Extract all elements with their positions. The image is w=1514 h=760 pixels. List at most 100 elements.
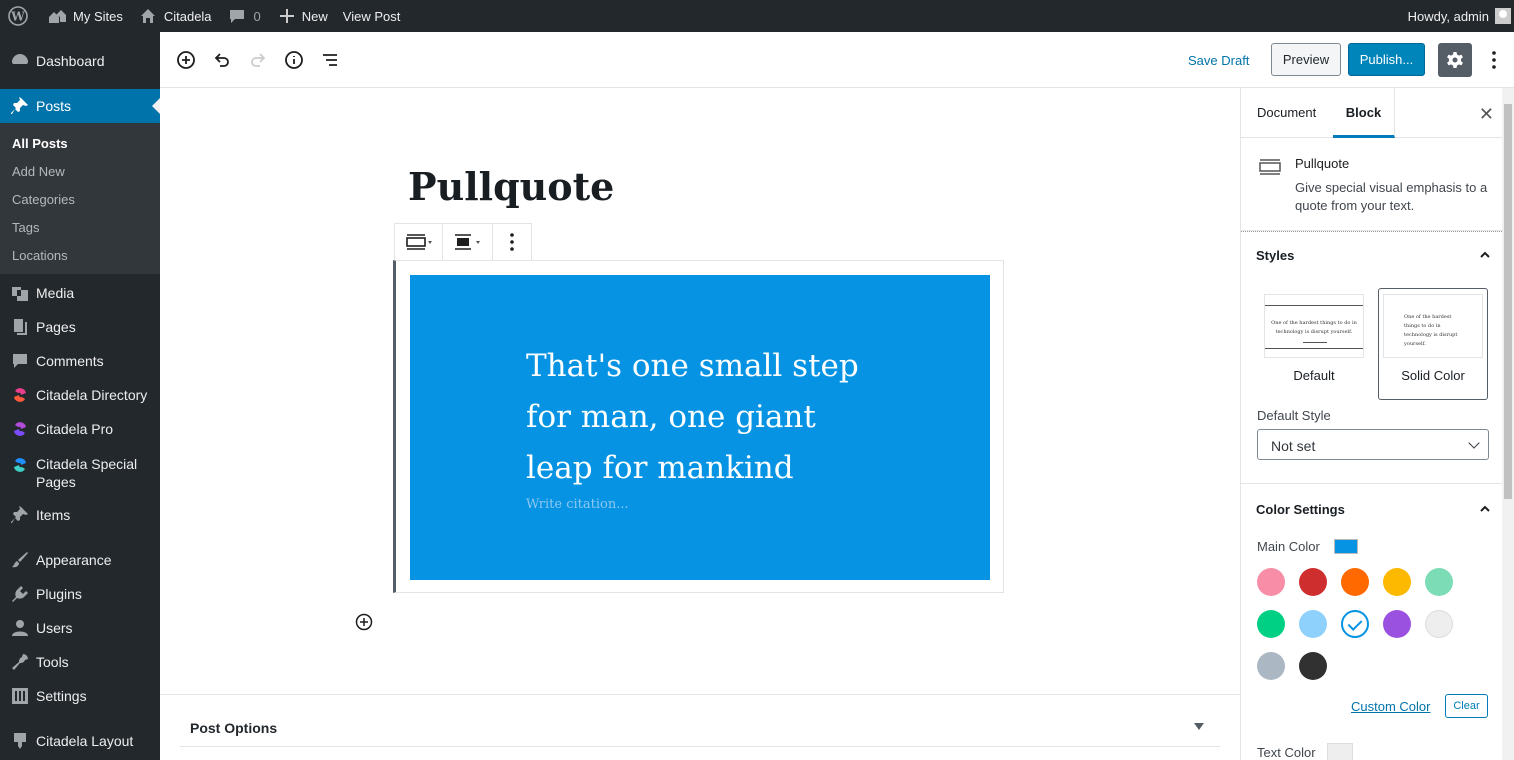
settings-sliders-icon [10, 686, 30, 706]
paintbrush-icon [10, 550, 30, 570]
inline-add-block-button[interactable] [355, 613, 373, 631]
redo-icon [251, 53, 266, 67]
dashboard-icon [10, 51, 30, 71]
color-swatch[interactable] [1299, 610, 1327, 638]
sidebar-subitem-all-posts[interactable]: All Posts [0, 130, 160, 158]
sidebar-item-pages[interactable]: Pages [0, 310, 160, 344]
account-menu[interactable]: Howdy, admin [1401, 0, 1514, 32]
color-swatch[interactable] [1299, 652, 1327, 680]
citation-input[interactable]: Write citation... [526, 497, 629, 512]
settings-toggle-button[interactable] [1438, 43, 1472, 77]
post-options-toggle[interactable]: Post Options [180, 695, 1220, 747]
chevron-up-icon[interactable] [1480, 250, 1490, 260]
undo-button[interactable] [208, 46, 236, 74]
pages-icon [10, 317, 30, 337]
sidebar-label: Appearance [36, 552, 112, 568]
pullquote-text[interactable]: That's one small step for man, one giant… [526, 341, 886, 494]
color-swatch[interactable] [1257, 652, 1285, 680]
sidebar-subitem-tags[interactable]: Tags [0, 214, 160, 242]
tab-document[interactable]: Document [1257, 105, 1316, 120]
wordpress-logo-icon[interactable]: W [0, 0, 35, 32]
info-icon [285, 51, 303, 69]
tab-block[interactable]: Block [1333, 88, 1395, 138]
new-content-menu[interactable]: New [268, 0, 335, 32]
publish-button[interactable]: Publish... [1348, 43, 1425, 76]
admin-bar: W My Sites Citadela 0 New View Post Howd… [0, 0, 1514, 32]
alignment-button[interactable] [443, 224, 493, 260]
block-more-options-button[interactable] [493, 224, 531, 260]
default-style-select[interactable]: Not set [1257, 429, 1489, 460]
sidebar-item-media[interactable]: Media [0, 276, 160, 310]
color-swatch[interactable] [1425, 610, 1453, 638]
align-center-icon [454, 234, 480, 250]
color-swatch[interactable] [1341, 568, 1369, 596]
style-option-default[interactable]: One of the hardest things to do in techn… [1261, 294, 1367, 383]
sidebar-item-tools[interactable]: Tools [0, 645, 160, 679]
style-option-label: Solid Color [1401, 368, 1465, 383]
text-color-label: Text Color [1257, 745, 1316, 760]
view-post-link[interactable]: View Post [335, 0, 408, 32]
color-swatch[interactable] [1383, 610, 1411, 638]
more-options-button[interactable] [1484, 46, 1504, 74]
color-swatch[interactable] [1257, 568, 1285, 596]
style-preview-solid: One of the hardest things to do in techn… [1383, 294, 1483, 358]
color-swatch[interactable] [1425, 568, 1453, 596]
editor-canvas: Pullquote That's one small step for man,… [160, 88, 1240, 760]
custom-color-button[interactable]: Custom Color [1351, 699, 1430, 714]
block-navigation-button[interactable] [316, 46, 344, 74]
settings-sidebar: Document Block ✕ Pullquote Give special … [1240, 88, 1514, 760]
sidebar-item-comments[interactable]: Comments [0, 344, 160, 378]
panel-scrollbar[interactable] [1502, 88, 1514, 760]
add-block-button[interactable] [172, 46, 200, 74]
caret-down-icon [1194, 723, 1204, 735]
styles-section-title[interactable]: Styles [1256, 248, 1294, 263]
block-switcher-button[interactable] [395, 224, 443, 260]
text-color-indicator [1327, 743, 1353, 760]
panel-tabs: Document Block ✕ [1241, 88, 1504, 138]
clear-color-button[interactable]: Clear [1445, 694, 1488, 718]
post-options-label: Post Options [190, 720, 278, 736]
color-swatch[interactable] [1257, 610, 1285, 638]
sidebar-item-citadela-special-pages[interactable]: Citadela Special Pages [0, 446, 160, 498]
color-settings-title[interactable]: Color Settings [1256, 502, 1345, 517]
style-option-solid-color[interactable]: One of the hardest things to do in techn… [1378, 288, 1488, 400]
preview-button[interactable]: Preview [1271, 43, 1341, 76]
sidebar-item-citadela-pro[interactable]: Citadela Pro [0, 412, 160, 446]
sidebar-item-posts[interactable]: Posts [0, 89, 160, 123]
sidebar-subitem-categories[interactable]: Categories [0, 186, 160, 214]
sidebar-item-settings[interactable]: Settings [0, 679, 160, 713]
sidebar-subitem-locations[interactable]: Locations [0, 242, 160, 270]
sidebar-item-appearance[interactable]: Appearance [0, 543, 160, 577]
sidebar-item-citadela-layout[interactable]: Citadela Layout [0, 724, 160, 758]
pullquote-icon [1259, 159, 1281, 175]
site-name-menu[interactable]: Citadela [130, 0, 219, 32]
pullquote-block[interactable]: That's one small step for man, one giant… [410, 275, 990, 580]
color-swatch[interactable] [1299, 568, 1327, 596]
color-swatch[interactable] [1341, 610, 1369, 638]
sidebar-subitem-add-new[interactable]: Add New [0, 158, 160, 186]
content-info-button[interactable] [280, 46, 308, 74]
citadela-special-logo-icon [10, 455, 30, 475]
my-sites-label: My Sites [73, 8, 123, 24]
color-swatch[interactable] [1383, 568, 1411, 596]
scrollbar-thumb[interactable] [1504, 104, 1512, 499]
sidebar-label: Posts [36, 98, 72, 114]
sidebar-label: Comments [36, 353, 104, 369]
redo-button[interactable] [244, 46, 272, 74]
sidebar-item-citadela-directory[interactable]: Citadela Directory [0, 378, 160, 412]
citadela-pro-logo-icon [10, 419, 30, 439]
close-icon[interactable]: ✕ [1479, 104, 1494, 125]
post-options-panel: Post Options [160, 694, 1240, 760]
post-title[interactable]: Pullquote [408, 164, 614, 209]
chevron-up-icon[interactable] [1480, 504, 1490, 514]
my-sites-menu[interactable]: My Sites [35, 0, 130, 32]
sidebar-item-plugins[interactable]: Plugins [0, 577, 160, 611]
sidebar-item-items[interactable]: Items [0, 498, 160, 532]
editor-header: Save Draft Preview Publish... [160, 32, 1514, 88]
comments-menu[interactable]: 0 [219, 0, 268, 32]
sidebar-item-users[interactable]: Users [0, 611, 160, 645]
block-card-description: Give special visual emphasis to a quote … [1295, 180, 1488, 213]
save-draft-button[interactable]: Save Draft [1188, 53, 1249, 68]
style-option-label: Default [1293, 368, 1335, 383]
sidebar-item-dashboard[interactable]: Dashboard [0, 44, 160, 78]
